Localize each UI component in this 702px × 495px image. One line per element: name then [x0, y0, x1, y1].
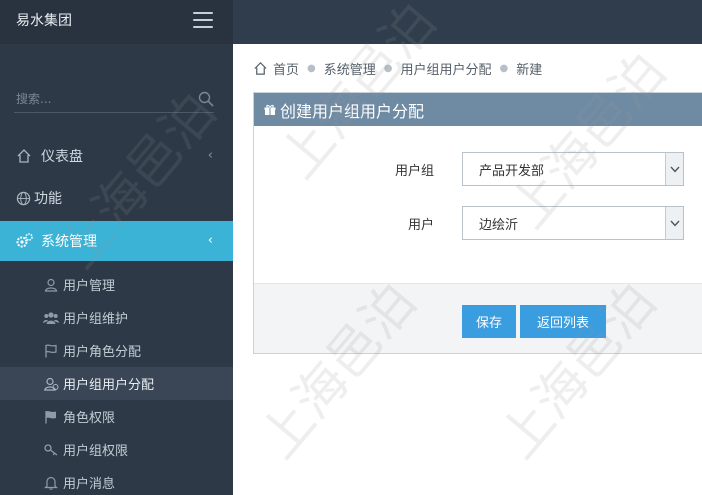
- create-form-panel: 创建用户组用户分配 用户组 产品开发部 用户 边绘沂 保存 返回列表: [253, 92, 702, 354]
- form-actions: 保存 返回列表: [254, 283, 702, 353]
- sidebar-subitem-label: 用户组维护: [63, 312, 129, 327]
- breadcrumb-separator: ●: [383, 62, 393, 74]
- form-row-user: 用户 边绘沂: [254, 205, 702, 241]
- sidebar-search: [14, 87, 214, 113]
- sidebar-subitem-user-messages[interactable]: 用户消息: [0, 466, 233, 495]
- users-icon: [43, 310, 59, 326]
- sidebar-subitem-label: 用户消息: [63, 477, 116, 492]
- sidebar-subitem-label: 用户组权限: [63, 444, 129, 459]
- panel-header: 创建用户组用户分配: [254, 93, 702, 126]
- brand-area: 易水集团: [0, 0, 233, 44]
- chevron-down-icon: [665, 153, 683, 185]
- chevron-left-icon: ‹: [207, 148, 213, 163]
- user-group-label: 用户组: [394, 163, 434, 179]
- user-label: 用户: [407, 217, 434, 233]
- user-group-selected-value: 产品开发部: [479, 163, 545, 179]
- panel-title: 创建用户组用户分配: [280, 101, 425, 121]
- user-group-icon: [43, 376, 59, 392]
- sidebar-subitem-label: 用户管理: [63, 279, 116, 294]
- breadcrumb-system-management-link[interactable]: 系统管理: [324, 59, 376, 78]
- breadcrumb: 首页 ● 系统管理 ● 用户组用户分配 ● 新建: [253, 58, 542, 78]
- sidebar-item-features[interactable]: 功能: [0, 178, 233, 218]
- home-icon: [15, 147, 33, 165]
- breadcrumb-separator: ●: [499, 62, 509, 74]
- sidebar-subitem-user-management[interactable]: 用户管理: [0, 268, 233, 301]
- sidebar: 仪表盘 ‹ 功能 系统管理 ‹ 用户管理 用户组维护 用户角色分配 用户组用户分…: [0, 44, 233, 495]
- home-icon: [254, 61, 267, 75]
- sidebar-item-label: 仪表盘: [41, 149, 83, 165]
- sidebar-subitem-label: 用户角色分配: [63, 345, 142, 360]
- chevron-left-icon: ‹: [207, 233, 213, 248]
- sidebar-item-system-management[interactable]: 系统管理 ‹: [0, 221, 233, 261]
- sidebar-subitem-user-group-user-assignment[interactable]: 用户组用户分配: [0, 367, 233, 400]
- user-group-select[interactable]: 产品开发部: [462, 152, 684, 186]
- main-content: 首页 ● 系统管理 ● 用户组用户分配 ● 新建 创建用户组用户分配 用户组 产…: [233, 44, 702, 495]
- bell-icon: [43, 475, 59, 491]
- sidebar-subitem-label: 用户组用户分配: [63, 378, 155, 393]
- search-input[interactable]: [14, 87, 184, 111]
- sidebar-subitem-user-role-assignment[interactable]: 用户角色分配: [0, 334, 233, 367]
- sidebar-subitem-label: 角色权限: [63, 411, 116, 426]
- sidebar-item-label: 系统管理: [41, 234, 97, 250]
- sidebar-item-label: 功能: [34, 191, 62, 207]
- chevron-down-icon: [665, 207, 683, 239]
- breadcrumb-current: 新建: [516, 62, 543, 78]
- user-icon: [43, 277, 59, 293]
- key-icon: [43, 442, 59, 458]
- form-row-user-group: 用户组 产品开发部: [254, 151, 702, 187]
- gift-icon: [264, 104, 276, 115]
- breadcrumb-home-link[interactable]: 首页: [273, 59, 299, 78]
- search-icon[interactable]: [198, 91, 214, 107]
- flag-icon: [43, 409, 59, 425]
- save-button[interactable]: 保存: [462, 305, 516, 338]
- user-selected-value: 边绘沂: [479, 217, 519, 233]
- sidebar-subitem-user-group-maintenance[interactable]: 用户组维护: [0, 301, 233, 334]
- breadcrumb-user-group-assignment-link[interactable]: 用户组用户分配: [401, 59, 492, 78]
- breadcrumb-separator: ●: [307, 62, 316, 74]
- top-bar: 易水集团: [0, 0, 702, 44]
- sidebar-item-dashboard[interactable]: 仪表盘 ‹: [0, 136, 233, 176]
- user-select[interactable]: 边绘沂: [462, 206, 684, 240]
- back-to-list-button[interactable]: 返回列表: [520, 305, 606, 338]
- menu-toggle-icon[interactable]: [193, 12, 213, 28]
- sidebar-subitem-role-permissions[interactable]: 角色权限: [0, 400, 233, 433]
- flag-outline-icon: [43, 343, 59, 359]
- sidebar-subitem-user-group-permissions[interactable]: 用户组权限: [0, 433, 233, 466]
- globe-icon: [14, 189, 32, 207]
- brand-name: 易水集团: [16, 13, 72, 29]
- gears-icon: [15, 232, 33, 250]
